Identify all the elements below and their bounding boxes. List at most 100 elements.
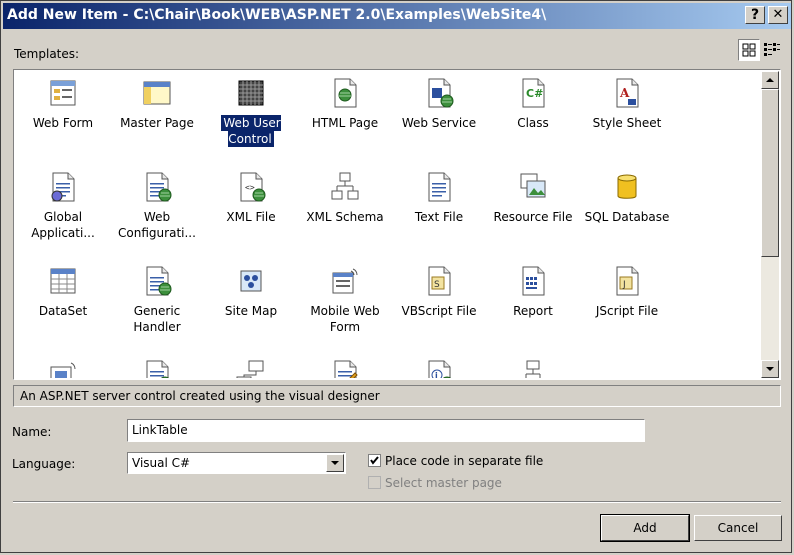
template-item-caption: Mobile Web Form: [300, 303, 390, 335]
template-item-label: Class: [517, 116, 549, 130]
divider: [13, 501, 781, 503]
template-item-caption: Web User Control: [206, 115, 296, 147]
template-item-label: Web Form: [32, 116, 94, 130]
template-item-label: XML Schema: [306, 210, 384, 224]
template-item-label: Site Map: [224, 304, 278, 318]
template-item-caption: XML File: [206, 209, 296, 225]
sql-database-icon: [611, 171, 643, 203]
template-item-caption: Style Sheet: [582, 115, 672, 131]
class-diagram-icon: [235, 359, 267, 378]
language-value: Visual C#: [132, 456, 191, 470]
vertical-scrollbar[interactable]: [761, 71, 779, 378]
template-item-caption: Web Form: [18, 115, 108, 131]
name-input[interactable]: LinkTable: [127, 419, 645, 442]
language-select[interactable]: Visual C#: [127, 452, 346, 474]
select-master-page-checkbox: [368, 476, 381, 489]
language-dropdown-button[interactable]: [326, 454, 344, 472]
title-bar[interactable]: Add New Item - C:\Chair\Book\WEB\ASP.NET…: [3, 3, 791, 29]
place-code-checkbox[interactable]: [368, 454, 381, 467]
vbscript-file-icon: S: [423, 265, 455, 297]
site-map-icon: [235, 265, 267, 297]
template-item-caption: SQL Database: [582, 209, 672, 225]
template-item-caption: Web Service: [394, 115, 484, 131]
template-item-caption: Text File: [394, 209, 484, 225]
style-sheet-icon: A: [611, 77, 643, 109]
select-master-page-label: Select master page: [385, 476, 502, 490]
template-item-label: Style Sheet: [592, 116, 662, 130]
large-icons-view-icon: [742, 43, 756, 57]
template-item-caption: Site Map: [206, 303, 296, 319]
template-item-label: JScript File: [595, 304, 659, 318]
mobile-web-form-icon: [329, 265, 361, 297]
place-code-label[interactable]: Place code in separate file: [385, 454, 543, 468]
templates-list[interactable]: Web Form Master Page Web User Control HTML …: [13, 69, 781, 380]
cancel-button[interactable]: Cancel: [694, 515, 782, 541]
crystal-report-icon: [517, 359, 549, 378]
skin-file-icon: [329, 359, 361, 378]
class-file-icon: C#: [517, 77, 549, 109]
add-button[interactable]: Add: [600, 514, 690, 542]
language-label: Language:: [12, 457, 76, 471]
chevron-down-icon: [331, 461, 339, 465]
template-item-label: Web Configurati...: [118, 210, 196, 240]
name-label: Name:: [12, 425, 52, 439]
large-icons-view-button[interactable]: [738, 39, 760, 61]
template-item-caption: Web Configurati...: [112, 209, 202, 241]
dataset-icon: [47, 265, 79, 297]
templates-label: Templates:: [14, 47, 80, 61]
svg-text:C#: C#: [526, 87, 543, 100]
html-page-icon: [329, 77, 361, 109]
svg-text:i: i: [435, 371, 438, 378]
template-item-caption: Master Page: [112, 115, 202, 131]
scroll-down-button[interactable]: [761, 360, 779, 378]
web-configuration-icon: [141, 171, 173, 203]
checkmark-icon: [370, 456, 379, 465]
template-item-caption: DataSet: [18, 303, 108, 319]
template-item-label: Resource File: [493, 210, 573, 224]
template-item-label: Text File: [414, 210, 464, 224]
scroll-up-button[interactable]: [761, 71, 779, 89]
template-item-caption: Resource File: [488, 209, 578, 225]
web-service-icon: [423, 77, 455, 109]
add-new-item-dialog: Add New Item - C:\Chair\Book\WEB\ASP.NET…: [0, 0, 792, 553]
template-item-label: Web Service: [401, 116, 477, 130]
template-item-label: Report: [513, 304, 553, 318]
generic-handler-icon: [141, 265, 173, 297]
template-description: An ASP.NET server control created using …: [13, 385, 781, 407]
template-item-label: Web User Control: [221, 115, 281, 147]
browser-file-icon: i: [423, 359, 455, 378]
svg-text:A: A: [619, 86, 630, 100]
master-page-icon: [141, 77, 173, 109]
arrow-down-icon: [766, 367, 774, 371]
resource-file-icon: [517, 171, 549, 203]
text-file-icon: [423, 171, 455, 203]
template-item-label: VBScript File: [401, 304, 477, 318]
template-item-label: Mobile Web Form: [310, 304, 380, 334]
template-item-label: HTML Page: [311, 116, 379, 130]
template-item-label: DataSet: [38, 304, 88, 318]
template-item-caption: HTML Page: [300, 115, 390, 131]
svg-text:J: J: [622, 280, 626, 290]
mobile-web-user-control-icon: [47, 359, 79, 378]
arrow-up-icon: [766, 78, 774, 82]
templates-grid: Web Form Master Page Web User Control HTML …: [15, 71, 760, 378]
help-button[interactable]: ?: [745, 6, 765, 24]
scroll-thumb[interactable]: [761, 89, 779, 257]
template-item-caption: Global Applicati...: [18, 209, 108, 241]
mobile-web-configuration-icon: [141, 359, 173, 378]
close-button[interactable]: ✕: [768, 6, 788, 24]
small-icons-view-button[interactable]: [761, 39, 783, 61]
template-item-caption: Class: [488, 115, 578, 131]
global-application-icon: [47, 171, 79, 203]
template-item-label: SQL Database: [584, 210, 670, 224]
template-item-caption: VBScript File: [394, 303, 484, 319]
template-item-label: Generic Handler: [133, 304, 181, 334]
template-item-caption: Generic Handler: [112, 303, 202, 335]
jscript-file-icon: J: [611, 265, 643, 297]
template-item-label: XML File: [226, 210, 276, 224]
report-icon: [517, 265, 549, 297]
web-form-icon: [47, 77, 79, 109]
svg-text:<>: <>: [245, 183, 255, 192]
template-item-label: Global Applicati...: [31, 210, 95, 240]
web-user-control-icon: [235, 77, 267, 109]
